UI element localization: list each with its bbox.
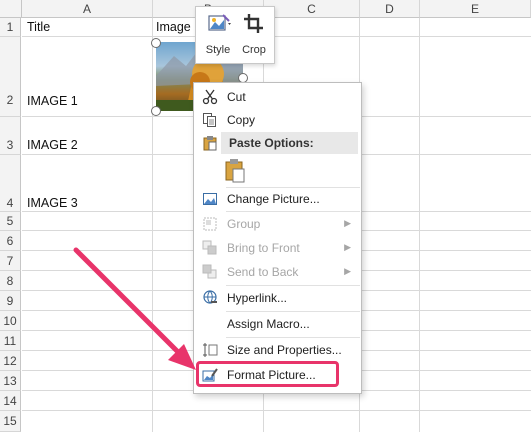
crop-button[interactable]: Crop	[236, 7, 272, 63]
send-to-back-icon	[202, 264, 217, 279]
column-header-d[interactable]: D	[360, 0, 420, 18]
row-header-3[interactable]: 3	[0, 117, 21, 155]
row-header-8[interactable]: 8	[0, 271, 21, 291]
menu-section-paste-options: Paste Options:	[221, 132, 358, 154]
cell-a1[interactable]: Title	[27, 20, 50, 34]
resize-handle-top-left[interactable]	[151, 38, 161, 48]
highlight-box	[196, 361, 339, 387]
mini-toolbar: Style Crop	[195, 6, 275, 64]
row-header-14[interactable]: 14	[0, 391, 21, 411]
menu-item-bring-to-front[interactable]: Bring to Front ▶	[194, 237, 361, 259]
menu-item-group[interactable]: Group ▶	[194, 213, 361, 235]
size-and-properties-icon	[203, 343, 218, 357]
style-icon	[208, 14, 231, 31]
select-all-corner[interactable]	[0, 0, 22, 18]
menu-item-hyperlink[interactable]: Hyperlink...	[194, 287, 361, 309]
row-header-4[interactable]: 4	[0, 155, 21, 212]
menu-separator	[226, 311, 360, 312]
style-label: Style	[205, 44, 231, 56]
crop-icon	[244, 14, 263, 33]
row-header-1[interactable]: 1	[0, 18, 21, 37]
row-header-9[interactable]: 9	[0, 291, 21, 311]
menu-item-assign-macro[interactable]: Assign Macro...	[194, 313, 361, 335]
scissors-icon	[202, 89, 218, 105]
submenu-arrow-icon: ▶	[344, 266, 351, 276]
menu-item-size-and-properties[interactable]: Size and Properties...	[194, 339, 361, 361]
cell-b1[interactable]: Image	[156, 20, 191, 34]
cell-a4[interactable]: IMAGE 3	[27, 196, 78, 210]
row-header-11[interactable]: 11	[0, 331, 21, 351]
crop-label: Crop	[242, 44, 266, 56]
menu-separator	[226, 337, 360, 338]
paste-clipboard-icon	[225, 159, 245, 183]
resize-handle-bottom-left[interactable]	[151, 106, 161, 116]
row-header-10[interactable]: 10	[0, 311, 21, 331]
row-header-13[interactable]: 13	[0, 371, 21, 391]
menu-item-copy[interactable]: Copy	[194, 109, 361, 131]
submenu-arrow-icon: ▶	[344, 218, 351, 228]
menu-separator	[226, 285, 360, 286]
cell-a2[interactable]: IMAGE 1	[27, 94, 78, 108]
cell-a3[interactable]: IMAGE 2	[27, 138, 78, 152]
clipboard-icon	[203, 136, 217, 151]
row-header-12[interactable]: 12	[0, 351, 21, 371]
row-header-5[interactable]: 5	[0, 212, 21, 231]
context-menu: Cut Copy Paste Options: Change Picture..…	[193, 82, 362, 394]
change-picture-icon	[203, 193, 217, 205]
column-header-a[interactable]: A	[22, 0, 153, 18]
row-header-7[interactable]: 7	[0, 251, 21, 271]
hyperlink-icon	[203, 290, 217, 304]
menu-item-send-to-back[interactable]: Send to Back ▶	[194, 261, 361, 283]
submenu-arrow-icon: ▶	[344, 242, 351, 252]
row-header-15[interactable]: 15	[0, 411, 21, 432]
menu-item-change-picture[interactable]: Change Picture...	[194, 188, 361, 210]
column-header-c[interactable]: C	[264, 0, 360, 18]
copy-icon	[203, 113, 216, 127]
row-header-6[interactable]: 6	[0, 231, 21, 251]
group-icon	[203, 217, 217, 231]
row-header-2[interactable]: 2	[0, 37, 21, 117]
bring-to-front-icon	[202, 240, 217, 255]
menu-separator	[226, 211, 360, 212]
style-button[interactable]: Style	[200, 7, 236, 63]
column-header-e[interactable]: E	[420, 0, 531, 18]
menu-item-cut[interactable]: Cut	[194, 86, 361, 108]
paste-picture-button[interactable]	[224, 158, 246, 184]
